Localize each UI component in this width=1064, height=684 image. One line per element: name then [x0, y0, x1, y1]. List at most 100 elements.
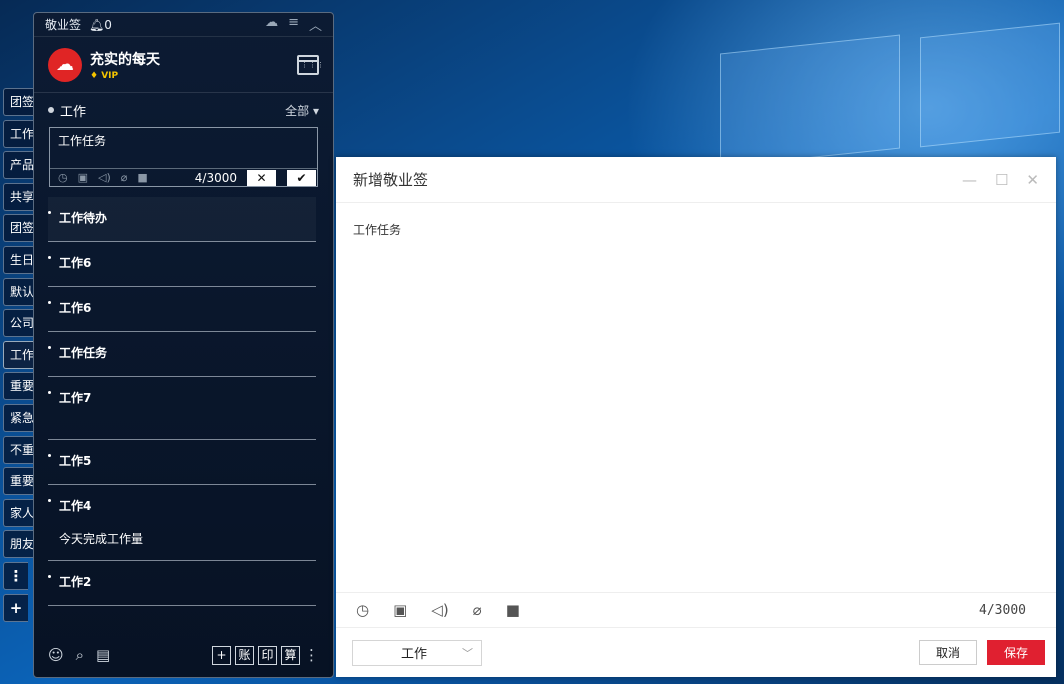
char-count: 4/3000 — [194, 170, 237, 185]
vip-badge: ♦ VIP — [90, 70, 119, 81]
section-title: 工作 — [60, 104, 87, 120]
side-tab-active[interactable]: 工作 — [3, 340, 33, 369]
bell-icon[interactable]: 🔔︎ — [89, 18, 104, 32]
stop-icon[interactable]: ■ — [506, 601, 520, 619]
side-tab[interactable]: 团签 — [3, 88, 33, 116]
bullet-icon — [48, 346, 51, 349]
calendar-icon[interactable] — [297, 54, 325, 75]
side-tab[interactable]: 紧急 — [3, 403, 33, 432]
search-icon[interactable]: ⌕ — [76, 646, 84, 664]
new-note-dialog: 新增敬业签 — ☐ ✕ 工作任务 ◷ ▣ ◁) ⌀ ■ 4/3000 工作 ﹀ … — [336, 157, 1056, 677]
side-tab[interactable]: 团签 — [3, 214, 33, 243]
note-title: 工作任务 — [59, 346, 108, 360]
add-tab-button[interactable]: + — [3, 593, 28, 622]
more-icon[interactable]: ⋮ — [304, 646, 319, 664]
bullet-icon — [48, 391, 51, 394]
profile-header: ☁︎ 充实的每天 ♦ VIP — [34, 37, 333, 93]
list-item[interactable]: 工作5 — [48, 440, 316, 485]
side-tab[interactable]: 公司 — [3, 309, 33, 338]
app-title: 敬业签 — [45, 18, 82, 32]
menu-icon[interactable]: ≡ — [288, 15, 299, 34]
list-item[interactable]: 工作7 — [48, 377, 316, 440]
list-item[interactable]: 工作2 — [48, 561, 316, 606]
notes-list: 工作待办 工作6 工作6 工作任务 工作7 工作5 工作4 今天完成工作量 工作… — [34, 197, 333, 606]
image-icon[interactable]: ▣ — [78, 171, 88, 184]
cancel-button[interactable]: 取消 — [919, 640, 977, 665]
section-dot-icon — [48, 107, 54, 113]
filter-dropdown[interactable]: 全部 ▾ — [285, 102, 319, 119]
save-button[interactable]: 保存 — [987, 640, 1045, 665]
clock-icon[interactable]: ◷ — [58, 171, 68, 184]
category-value: 工作 — [401, 647, 428, 662]
minimize-icon[interactable]: — — [962, 171, 977, 189]
maximize-icon[interactable]: ☐ — [995, 171, 1008, 189]
dialog-footer: 工作 ﹀ 取消 保存 — [336, 628, 1056, 677]
note-content-area[interactable]: 工作任务 — [336, 203, 1056, 592]
note-title: 工作待办 — [59, 211, 108, 225]
bullet-icon — [48, 575, 51, 578]
side-tab[interactable]: 家人 — [3, 498, 33, 527]
dialog-titlebar: 新增敬业签 — ☐ ✕ — [336, 157, 1056, 203]
note-content-text: 工作任务 — [353, 223, 402, 237]
quick-note-input[interactable]: 工作任务 — [50, 128, 317, 153]
side-tab[interactable]: 不重 — [3, 435, 33, 464]
bullet-icon — [48, 301, 51, 304]
calc-button[interactable]: 算 — [281, 645, 300, 665]
quick-note-editor[interactable]: 工作任务 ◷ ▣ ◁) ⌀ ■ 4/3000 ✕ ✔ — [49, 127, 318, 187]
chevron-down-icon: ▾ — [312, 103, 319, 118]
side-tab[interactable]: 朋友 — [3, 530, 33, 559]
sound-icon[interactable]: ◁) — [98, 171, 111, 184]
avatar[interactable]: ☁︎ — [48, 47, 82, 82]
notes-panel: 敬业签 🔔︎ 0 ☁︎ ≡ ︿ ☁︎ 充实的每天 ♦ VIP 工作 全部 ▾ 工… — [33, 12, 334, 678]
note-content: 今天完成工作量 — [59, 532, 144, 546]
side-tab[interactable]: 重要 — [3, 467, 33, 496]
side-tab[interactable]: 共享 — [3, 182, 33, 211]
side-tab[interactable]: 产品 — [3, 151, 33, 180]
clock-icon[interactable]: ◷ — [356, 601, 369, 619]
note-title: 工作2 — [59, 575, 92, 589]
bullet-icon — [48, 256, 51, 259]
panel-footer: ☺ ⌕ ▤ + 账 印 算 ⋮ — [34, 633, 333, 677]
editor-toolbar: ◷ ▣ ◁) ⌀ ■ 4/3000 ✕ ✔ — [50, 168, 317, 186]
notification-count: 0 — [104, 17, 112, 32]
attachment-icon[interactable]: ⌀ — [473, 601, 482, 619]
print-button[interactable]: 印 — [258, 645, 277, 665]
stop-icon[interactable]: ■ — [137, 171, 147, 184]
account-button[interactable]: 账 — [235, 645, 254, 665]
list-item[interactable]: 工作6 — [48, 287, 316, 332]
list-item[interactable]: 工作4 今天完成工作量 — [48, 485, 316, 561]
note-title: 工作4 — [59, 499, 92, 513]
side-tab[interactable]: 重要 — [3, 372, 33, 401]
wallpaper-window-pane — [920, 22, 1060, 148]
cancel-button[interactable]: ✕ — [247, 169, 276, 186]
contacts-icon[interactable]: ☺ — [48, 646, 64, 664]
confirm-button[interactable]: ✔ — [287, 169, 316, 186]
add-note-button[interactable]: + — [212, 645, 231, 665]
notes-icon[interactable]: ▤ — [96, 646, 110, 664]
side-tab[interactable]: 生日 — [3, 245, 33, 274]
side-tab[interactable]: 工作 — [3, 119, 33, 148]
dialog-title: 新增敬业签 — [353, 171, 429, 189]
dialog-toolbar: ◷ ▣ ◁) ⌀ ■ 4/3000 — [336, 592, 1056, 628]
vip-label: VIP — [101, 70, 119, 81]
list-item[interactable]: 工作待办 — [48, 197, 316, 242]
list-item[interactable]: 工作6 — [48, 242, 316, 287]
more-tabs-button[interactable]: ⋮ — [3, 561, 28, 590]
close-icon[interactable]: ✕ — [1026, 171, 1039, 189]
image-icon[interactable]: ▣ — [393, 601, 407, 619]
note-title: 工作7 — [59, 391, 92, 405]
list-item[interactable]: 工作任务 — [48, 332, 316, 377]
note-title: 工作6 — [59, 301, 92, 315]
user-name: 充实的每天 — [90, 51, 160, 68]
side-tab[interactable]: 默认 — [3, 277, 33, 306]
sound-icon[interactable]: ◁) — [431, 601, 448, 619]
category-tabs: 团签 工作 产品 共享 团签 生日 默认 公司 工作 重要 紧急 不重 重要 家… — [3, 88, 33, 625]
panel-titlebar: 敬业签 🔔︎ 0 ☁︎ ≡ ︿ — [34, 13, 333, 37]
bullet-icon — [48, 211, 51, 214]
chevron-down-icon: ﹀ — [462, 646, 473, 660]
bullet-icon — [48, 454, 51, 457]
attachment-icon[interactable]: ⌀ — [121, 171, 128, 184]
cloud-icon[interactable]: ☁︎ — [265, 15, 278, 34]
collapse-icon[interactable]: ︿ — [309, 15, 322, 34]
category-select[interactable]: 工作 ﹀ — [352, 639, 482, 666]
